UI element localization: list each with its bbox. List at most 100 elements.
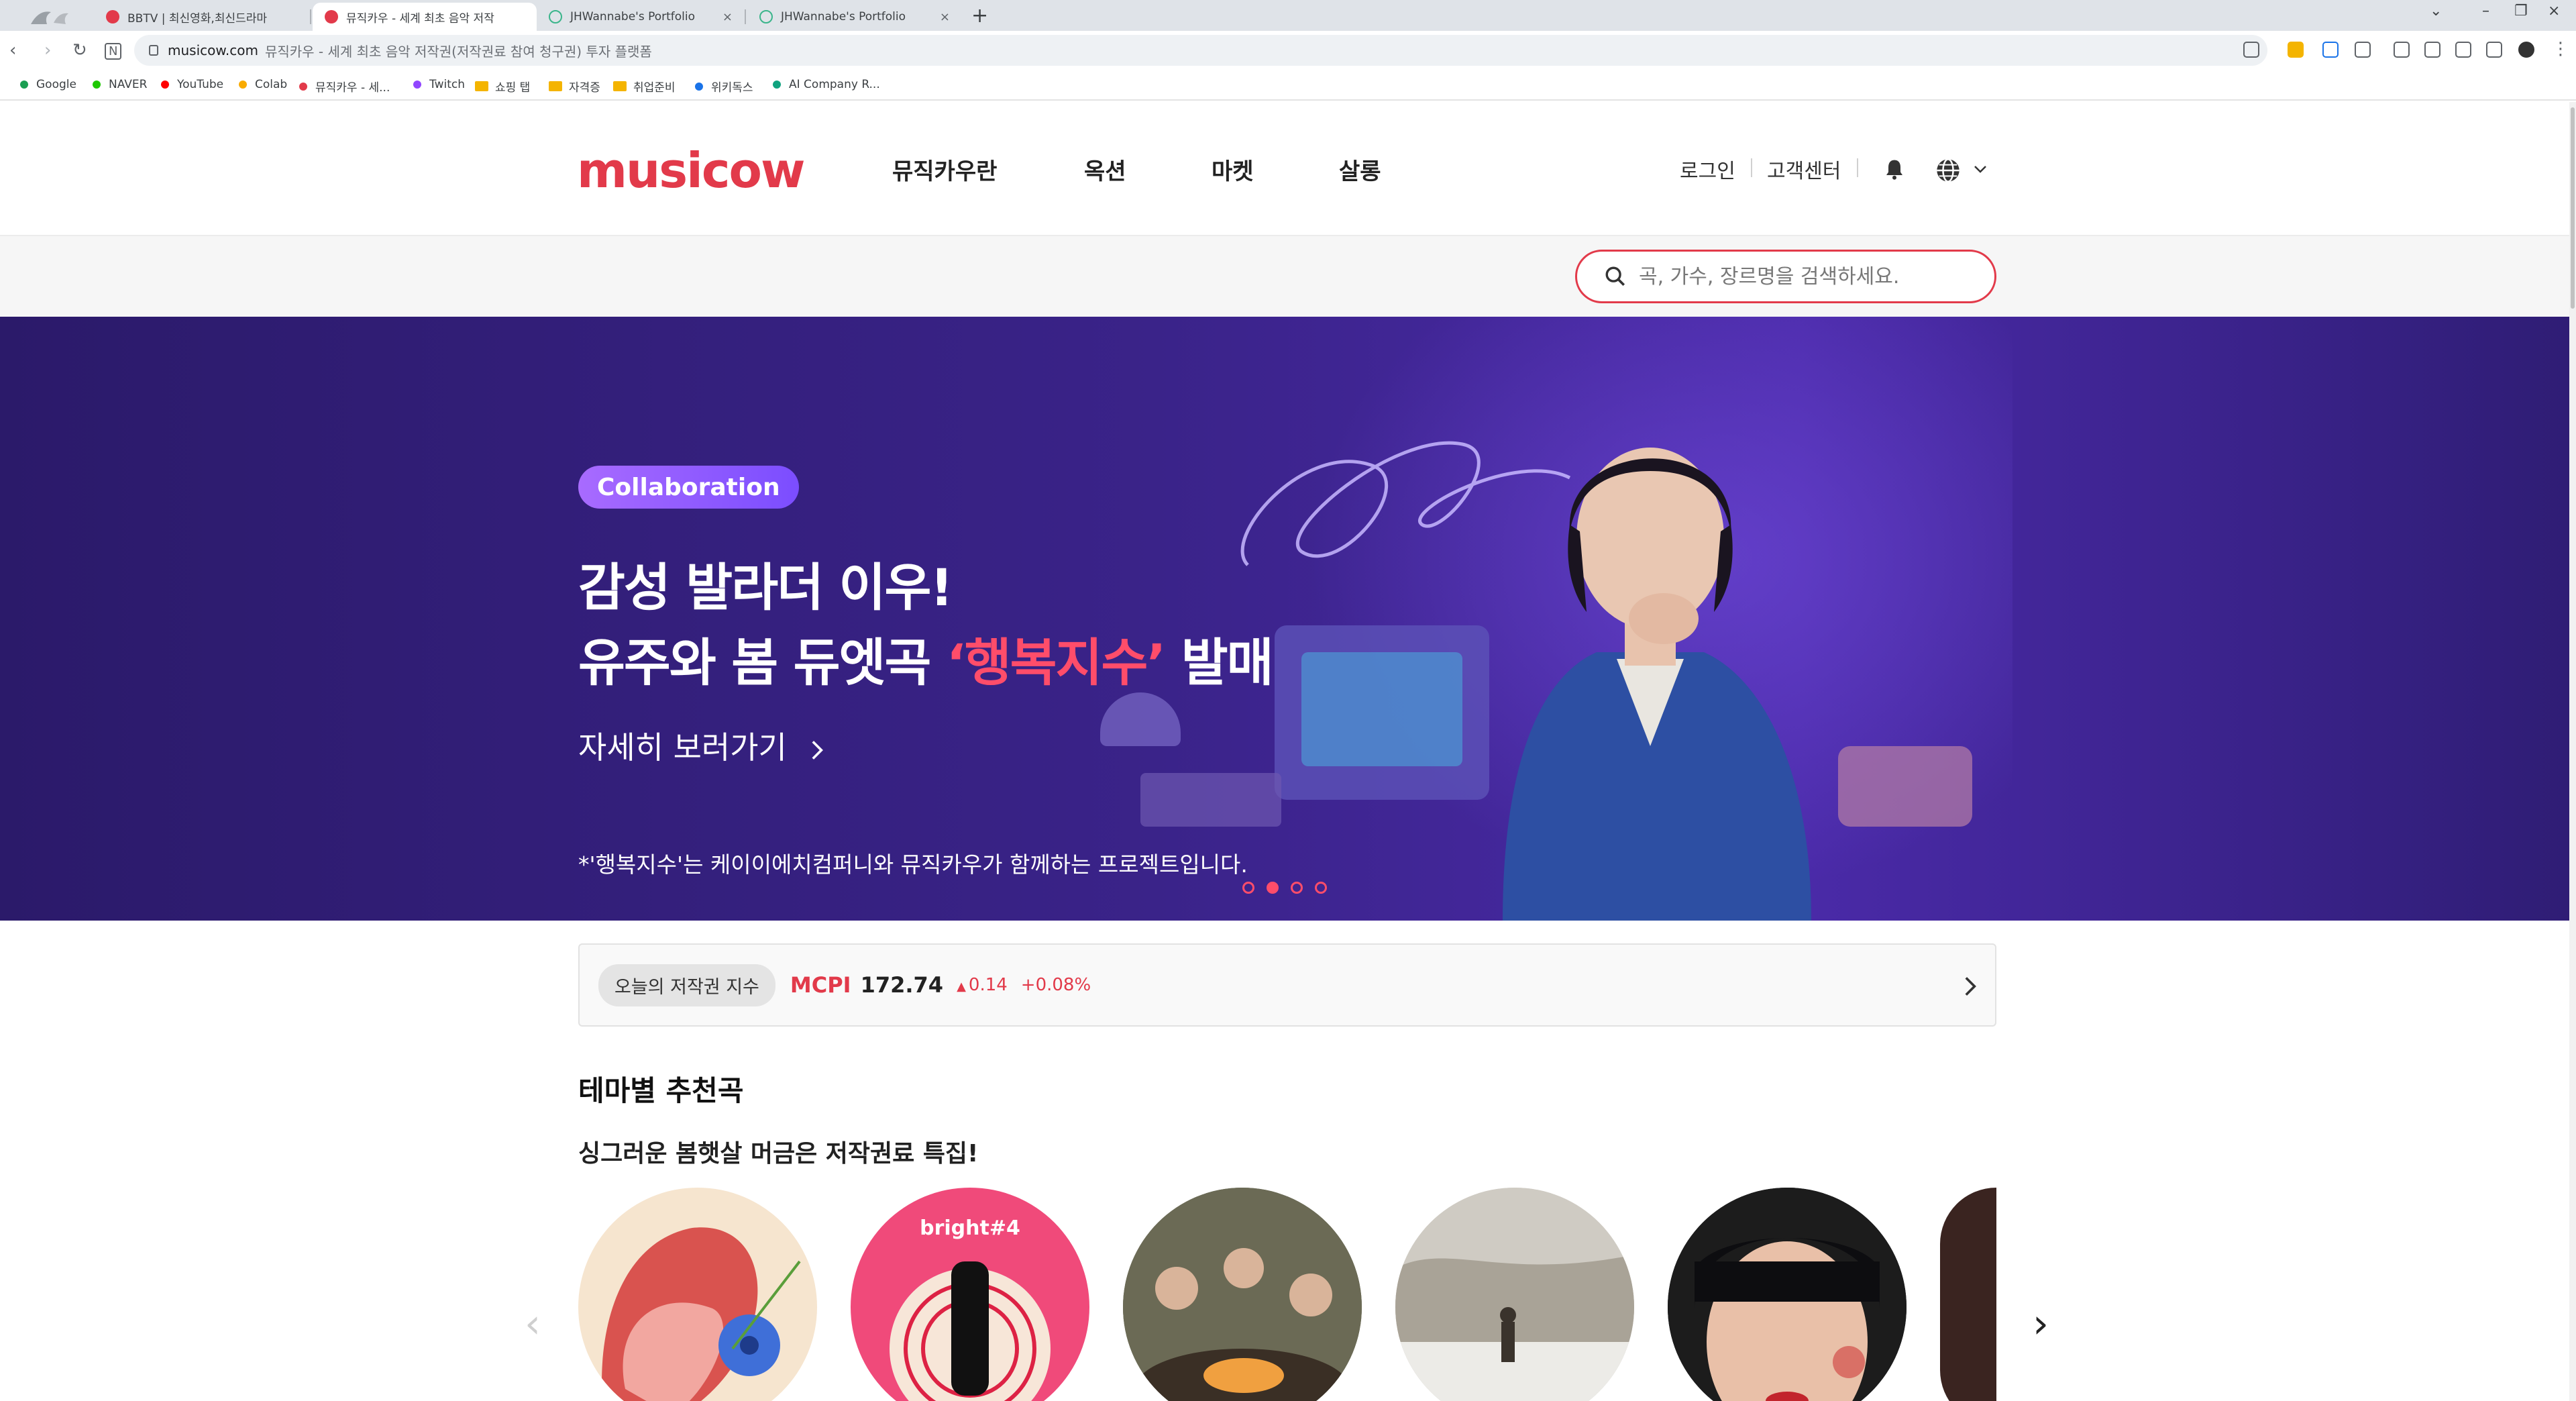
tab-label: 뮤직카우 - 세계 최초 음악 저작: [346, 11, 494, 25]
address-bar[interactable]: musicow.com 뮤직카우 - 세계 최초 음악 저작권(저작권료 참여 …: [134, 35, 2267, 66]
bookmark-folder-jobs[interactable]: 취업준비: [613, 78, 676, 95]
hero-detail-link[interactable]: 자세히 보러가기: [578, 723, 826, 768]
search-box[interactable]: [1575, 250, 1996, 303]
new-tab-button[interactable]: +: [971, 4, 988, 28]
menu-kebab-icon[interactable]: ⋮: [2552, 39, 2569, 59]
bookmark-musicow[interactable]: 뮤직카우 - 세...: [299, 78, 390, 95]
twitch-icon: [413, 81, 421, 89]
bookmark-label: Google: [36, 78, 76, 91]
close-window-icon[interactable]: ×: [2548, 3, 2560, 19]
album-cover-1[interactable]: [578, 1188, 817, 1401]
close-tab-icon[interactable]: ×: [940, 10, 950, 24]
profile-avatar-icon[interactable]: [2518, 42, 2534, 58]
login-link[interactable]: 로그인: [1680, 154, 1735, 184]
bookmark-label: Twitch: [429, 78, 465, 91]
back-icon[interactable]: ‹: [9, 40, 16, 60]
caret-up-icon: ▲: [957, 980, 966, 994]
nav-about[interactable]: 뮤직카우란: [892, 153, 997, 186]
bookmark-twitch[interactable]: Twitch: [413, 78, 465, 91]
extension-icon[interactable]: [2322, 42, 2339, 58]
carousel-pagination: [1242, 882, 1327, 894]
page-scrollbar[interactable]: [2569, 102, 2576, 1401]
album-cover-4[interactable]: [1395, 1188, 1634, 1401]
bookmark-ai-company[interactable]: AI Company R...: [773, 78, 880, 91]
chevron-down-icon[interactable]: [1972, 161, 1988, 177]
album-cover-3[interactable]: [1123, 1188, 1362, 1401]
copyright-index-bar[interactable]: 오늘의 저작권 지수 MCPI 172.74 ▲ 0.14 +0.08%: [578, 943, 1996, 1027]
page-title-text: 뮤직카우 - 세계 최초 음악 저작권(저작권료 참여 청구권) 투자 플랫폼: [264, 43, 652, 60]
youtube-icon: [161, 81, 169, 89]
carousel-next-icon[interactable]: ›: [2033, 1300, 2049, 1347]
bookmark-colab[interactable]: Colab: [239, 78, 287, 91]
collaboration-badge: Collaboration: [578, 466, 799, 509]
carousel-dot[interactable]: [1242, 882, 1254, 894]
search-icon: [1605, 266, 1625, 287]
radio-illustration: [1838, 746, 1972, 827]
screenshot-icon[interactable]: [2455, 42, 2471, 58]
share-icon[interactable]: [2243, 42, 2259, 58]
close-tab-icon[interactable]: ×: [722, 10, 733, 24]
forward-icon[interactable]: ›: [44, 40, 51, 60]
hero-banner[interactable]: Collaboration 감성 발라더 이우! 유주와 봄 듀엣곡 ‘행복지수…: [0, 317, 2569, 921]
globe-favicon-icon: [549, 10, 562, 23]
download-icon[interactable]: [2394, 42, 2410, 58]
flower-artwork: [602, 1227, 801, 1401]
hero-headline-1: 감성 발라더 이우!: [578, 558, 953, 617]
bell-icon[interactable]: [1882, 156, 1907, 183]
support-link[interactable]: 고객센터: [1767, 154, 1841, 184]
bookmark-folder-license[interactable]: 자격증: [549, 78, 600, 95]
tab-portfolio-2[interactable]: JHWannabe's Portfolio ×: [747, 3, 962, 31]
restore-icon[interactable]: ❐: [2514, 3, 2528, 19]
bookmarks-bar: Google NAVER YouTube Colab 뮤직카우 - 세... T…: [0, 70, 2576, 101]
chevron-right-icon[interactable]: [1963, 974, 1979, 998]
ai-company-icon: [773, 81, 781, 89]
search-strip: [0, 236, 2569, 317]
tab-portfolio-1[interactable]: JHWannabe's Portfolio ×: [537, 3, 745, 31]
bookmark-youtube[interactable]: YouTube: [161, 78, 223, 91]
album-cover-2[interactable]: bright#4: [851, 1188, 1089, 1401]
search-input[interactable]: [1639, 264, 1988, 289]
reload-icon[interactable]: ↻: [72, 40, 87, 60]
hero-headline-2-post: 발매: [1165, 633, 1274, 692]
carousel-dot[interactable]: [1291, 882, 1303, 894]
index-value: 172.74: [860, 972, 944, 998]
google-icon: [20, 81, 28, 89]
nav-auction[interactable]: 옥션: [1084, 153, 1126, 186]
carousel-dot-active[interactable]: [1267, 882, 1279, 894]
index-label: 오늘의 저작권 지수: [598, 964, 775, 1006]
snow-field-artwork: [1395, 1188, 1634, 1401]
hero-headline-2-pre: 유주와 봄 듀엣곡: [578, 633, 947, 692]
nav-salon[interactable]: 살롱: [1339, 153, 1381, 186]
bookmark-label: Colab: [255, 78, 288, 91]
nav-market[interactable]: 마켓: [1212, 153, 1254, 186]
bookmark-google[interactable]: Google: [20, 78, 76, 91]
colab-icon: [239, 81, 247, 89]
minimize-icon[interactable]: –: [2482, 3, 2489, 19]
bookmark-naver[interactable]: NAVER: [93, 78, 147, 91]
divider: [1857, 158, 1858, 177]
puzzle-icon[interactable]: [2355, 42, 2371, 58]
index-change-value: 0.14: [968, 975, 1008, 995]
bookmark-wikidocs[interactable]: 위키독스: [695, 78, 753, 95]
sidebar-icon[interactable]: [2486, 42, 2502, 58]
scrollbar-thumb[interactable]: [2571, 107, 2575, 309]
musicow-logo[interactable]: musicow: [577, 142, 805, 199]
reader-mode-icon[interactable]: N: [105, 43, 122, 60]
album-cover-6-partial[interactable]: [1940, 1188, 1996, 1401]
bird-logo-icon: [31, 11, 68, 24]
carousel-prev-icon[interactable]: ‹: [525, 1300, 541, 1347]
globe-icon[interactable]: [1935, 157, 1962, 184]
section-subtitle: 싱그러운 봄햇살 머금은 저작권료 특집!: [578, 1140, 979, 1168]
bookmark-label: 위키독스: [711, 81, 753, 95]
bookmark-star-icon[interactable]: [2288, 42, 2304, 58]
carousel-dot[interactable]: [1315, 882, 1327, 894]
bbtv-favicon-icon: [106, 10, 119, 23]
index-change: ▲ 0.14: [957, 975, 1008, 995]
album-cover-5[interactable]: [1668, 1188, 1907, 1401]
tab-search-icon[interactable]: ⌄: [2430, 3, 2442, 19]
bookmark-folder-shopping[interactable]: 쇼핑 탭: [475, 78, 530, 95]
cast-icon[interactable]: [2424, 42, 2440, 58]
browser-tab-bar: BBTV | 최신영화,최신드라마 뮤직카우 - 세계 최초 음악 저작 JHW…: [0, 0, 2576, 31]
tab-musicow[interactable]: 뮤직카우 - 세계 최초 음악 저작: [313, 3, 537, 31]
tab-bbtv[interactable]: BBTV | 최신영화,최신드라마: [94, 3, 309, 31]
